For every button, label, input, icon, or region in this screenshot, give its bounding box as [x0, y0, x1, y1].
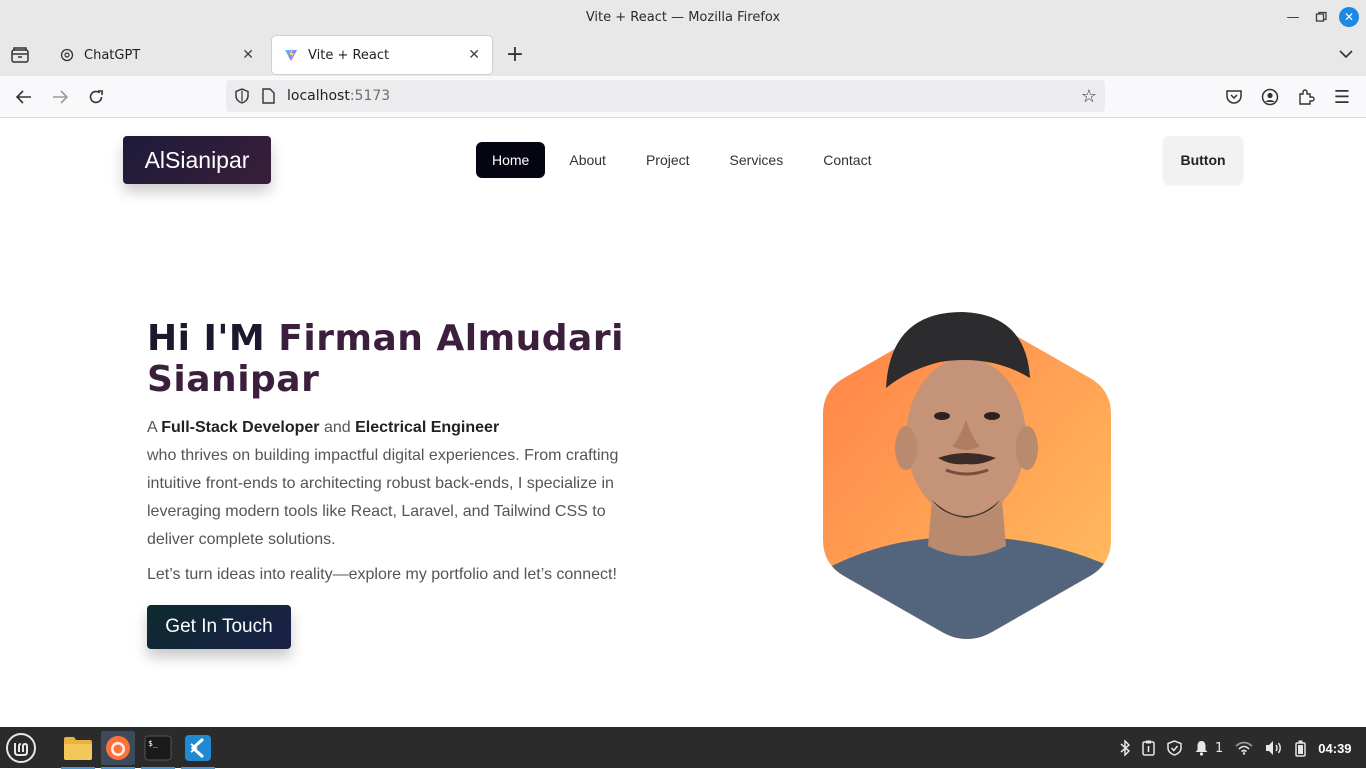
- get-in-touch-button[interactable]: Get In Touch: [147, 605, 291, 649]
- close-tab-icon[interactable]: ✕: [468, 47, 480, 63]
- svg-text:$_: $_: [148, 739, 158, 748]
- bluetooth-icon[interactable]: [1120, 740, 1130, 756]
- close-window-icon[interactable]: ✕: [1339, 7, 1359, 27]
- navigation-toolbar: localhost:5173 ☆ ☰: [0, 76, 1366, 118]
- role-electrical: Electrical Engineer: [355, 419, 500, 436]
- clock[interactable]: 04:39: [1318, 741, 1351, 756]
- tab-vite-react[interactable]: Vite + React ✕: [272, 36, 492, 74]
- intro-prefix: A: [147, 419, 162, 436]
- file-manager-icon[interactable]: [61, 731, 95, 769]
- intro-body: who thrives on building impactful digita…: [147, 447, 619, 548]
- vscode-icon[interactable]: [181, 731, 215, 769]
- maximize-icon[interactable]: [1311, 7, 1331, 27]
- hero-greeting: Hi I'M: [147, 318, 279, 359]
- page-info-icon[interactable]: [262, 88, 275, 108]
- header-button[interactable]: Button: [1163, 136, 1243, 184]
- site-navigation: Home About Project Services Contact: [476, 142, 895, 178]
- system-tray: 1 04:39: [1120, 738, 1352, 758]
- window-titlebar: Vite + React — Mozilla Firefox — ✕: [0, 0, 1366, 34]
- minimize-icon[interactable]: —: [1283, 7, 1303, 27]
- account-icon[interactable]: [1259, 86, 1281, 108]
- back-arrow-icon[interactable]: [13, 86, 35, 108]
- site-logo[interactable]: AlSianipar: [123, 136, 271, 184]
- web-page: AlSianipar Home About Project Services C…: [0, 118, 1366, 727]
- wifi-icon[interactable]: [1235, 741, 1253, 755]
- volume-icon[interactable]: [1265, 740, 1283, 756]
- bookmark-star-icon[interactable]: ☆: [1081, 86, 1097, 107]
- nav-link-contact[interactable]: Contact: [807, 142, 887, 178]
- firefox-icon[interactable]: [101, 731, 135, 769]
- clipboard-icon[interactable]: [1142, 740, 1155, 756]
- hero-cta-text: Let’s turn ideas into reality—explore my…: [147, 566, 617, 583]
- terminal-icon[interactable]: $_: [141, 731, 175, 769]
- url-host: localhost: [287, 88, 350, 104]
- extensions-icon[interactable]: [1295, 86, 1317, 108]
- nav-link-services[interactable]: Services: [714, 142, 800, 178]
- url-port: :5173: [349, 88, 391, 104]
- shield-icon[interactable]: [234, 88, 250, 108]
- notification-count: 1: [1215, 740, 1224, 756]
- pocket-icon[interactable]: [1223, 86, 1245, 108]
- desktop-taskbar: $_ 1 04:39: [0, 727, 1366, 769]
- tab-label: Vite + React: [308, 47, 390, 63]
- chevron-down-icon[interactable]: [1336, 44, 1356, 64]
- role-full-stack: Full-Stack Developer: [161, 419, 320, 436]
- hamburger-menu-icon[interactable]: ☰: [1331, 86, 1353, 108]
- window-title: Vite + React — Mozilla Firefox: [585, 9, 781, 25]
- url-bar[interactable]: localhost:5173 ☆: [226, 80, 1105, 112]
- linux-mint-menu-icon[interactable]: [4, 731, 38, 765]
- nav-link-project[interactable]: Project: [630, 142, 706, 178]
- nav-link-about[interactable]: About: [553, 142, 622, 178]
- firefox-view-icon[interactable]: [10, 46, 30, 64]
- notifications[interactable]: 1: [1194, 740, 1223, 756]
- hero-intro: A Full-Stack Developer and Electrical En…: [147, 414, 647, 554]
- hero-title: Hi I'M Firman Almudari Sianipar: [147, 318, 667, 400]
- profile-photo: [820, 310, 1114, 644]
- new-tab-icon[interactable]: +: [504, 42, 526, 67]
- tab-bar: ChatGPT ✕ Vite + React ✕ +: [0, 34, 1366, 76]
- url-text[interactable]: localhost:5173: [287, 88, 390, 104]
- vite-icon: [284, 48, 298, 62]
- nav-link-home[interactable]: Home: [476, 142, 546, 178]
- intro-and: and: [319, 419, 356, 436]
- reload-icon[interactable]: [85, 86, 107, 108]
- tab-chatgpt[interactable]: ChatGPT ✕: [48, 36, 266, 74]
- battery-icon[interactable]: [1295, 740, 1307, 757]
- notification-bell-icon: [1195, 741, 1208, 756]
- close-tab-icon[interactable]: ✕: [242, 47, 254, 63]
- forward-arrow-icon[interactable]: [49, 86, 71, 108]
- update-shield-icon[interactable]: [1167, 740, 1182, 756]
- tab-label: ChatGPT: [84, 47, 141, 63]
- chatgpt-icon: [60, 48, 74, 62]
